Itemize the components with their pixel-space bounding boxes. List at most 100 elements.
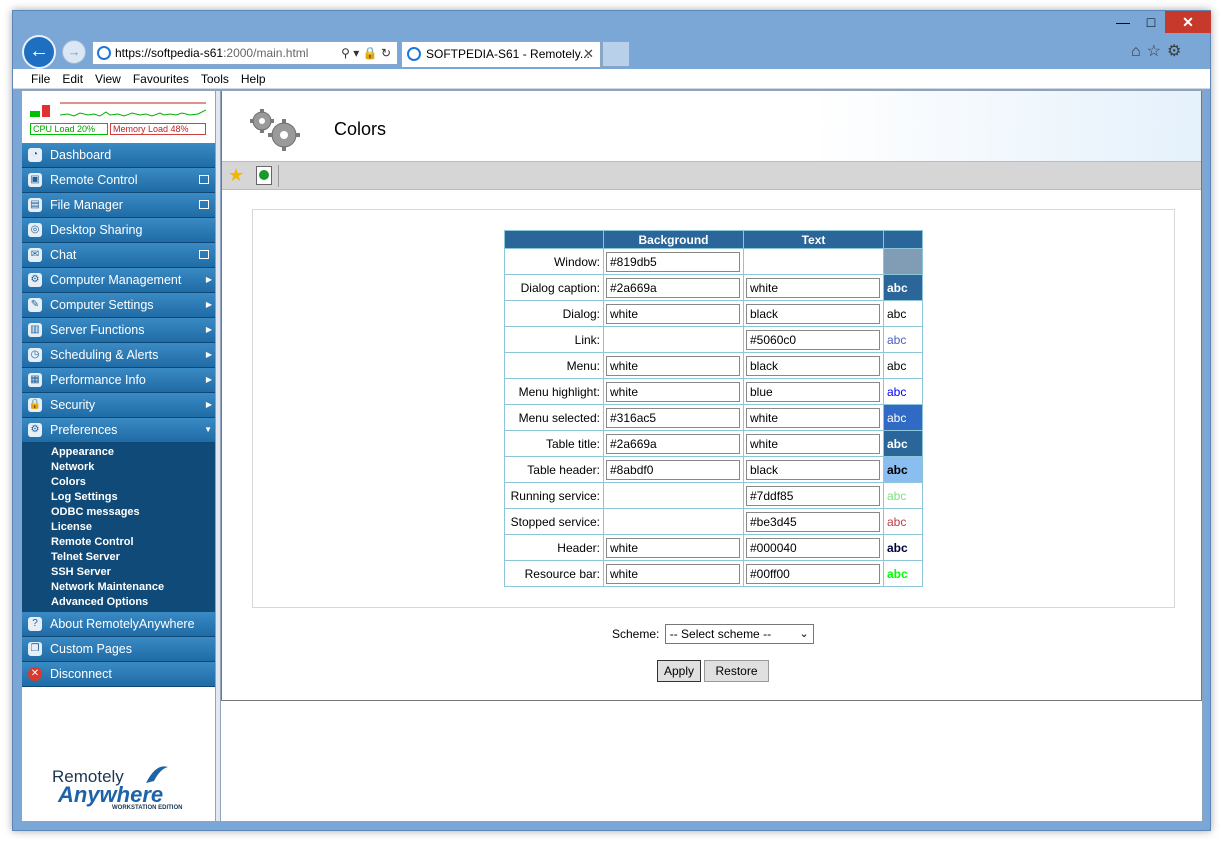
text-color-input[interactable] <box>746 329 880 350</box>
sidebar-item-about-remotelyanywhere[interactable]: ? About RemotelyAnywhere <box>22 612 215 637</box>
close-window-button[interactable]: ✕ <box>1165 11 1211 33</box>
refresh-icon[interactable] <box>256 166 272 185</box>
scheme-selected-value: -- Select scheme -- <box>669 627 772 641</box>
sidebar-item-label: File Manager <box>50 198 123 212</box>
dropdown-icon[interactable]: ▾ <box>353 46 359 60</box>
sidebar-item-disconnect[interactable]: ✕ Disconnect <box>22 662 215 687</box>
row-label: Header: <box>504 534 604 561</box>
text-color-input[interactable] <box>746 381 880 402</box>
background-color-input[interactable] <box>606 251 740 272</box>
sidebar-item-label: Remote Control <box>50 173 138 187</box>
home-icon[interactable]: ⌂ <box>1131 43 1147 60</box>
text-color-input[interactable] <box>746 407 880 428</box>
submenu-item-ssh-server[interactable]: SSH Server <box>22 565 215 580</box>
sidebar-item-security[interactable]: 🔒 Security ▶ <box>22 393 215 418</box>
text-color-input[interactable] <box>746 511 880 532</box>
background-color-input[interactable] <box>606 277 740 298</box>
sidebar-item-preferences[interactable]: ⚙ Preferences ▼ <box>22 418 215 443</box>
tab-title: SOFTPEDIA-S61 - Remotely... <box>426 47 590 61</box>
background-color-input[interactable] <box>606 303 740 324</box>
popup-window-icon[interactable] <box>199 175 209 184</box>
table-row: Stopped service: abc <box>504 508 923 535</box>
submenu-item-license[interactable]: License <box>22 520 215 535</box>
address-bar[interactable]: https://softpedia-s61:2000/main.html ⚲ ▾… <box>92 41 398 65</box>
submenu-item-advanced-options[interactable]: Advanced Options <box>22 595 215 610</box>
sidebar-item-remote-control[interactable]: ▣ Remote Control <box>22 168 215 193</box>
menu-help[interactable]: Help <box>235 69 272 89</box>
address-tools[interactable]: ⚲ ▾ 🔒 ↻ <box>341 42 391 64</box>
sidebar-item-label: Custom Pages <box>50 642 132 656</box>
table-row: Table title: abc <box>504 430 923 457</box>
text-color-input[interactable] <box>746 433 880 454</box>
menu-file[interactable]: File <box>13 69 56 89</box>
menu-bar: File Edit View Favourites Tools Help <box>13 69 1210 89</box>
settings-gear-icon[interactable]: ⚙ <box>1167 43 1187 60</box>
scheme-select[interactable]: -- Select scheme -- ⌄ <box>664 624 814 644</box>
row-label: Running service: <box>504 482 604 509</box>
background-color-input[interactable] <box>606 459 740 480</box>
new-tab-button[interactable] <box>602 41 630 67</box>
sidebar-item-file-manager[interactable]: ▤ File Manager <box>22 193 215 218</box>
url-host: https://softpedia-s61 <box>115 46 224 60</box>
maximize-button[interactable]: □ <box>1137 11 1165 33</box>
preferences-submenu: Appearance Network Colors Log Settings ODBC … <box>22 443 215 612</box>
submenu-item-remote-control[interactable]: Remote Control <box>22 535 215 550</box>
submenu-item-network[interactable]: Network <box>22 460 215 475</box>
search-icon[interactable]: ⚲ <box>341 46 350 60</box>
text-color-input[interactable] <box>746 355 880 376</box>
restore-button[interactable]: Restore <box>704 660 769 682</box>
table-row: Menu highlight: abc <box>504 378 923 405</box>
add-favorite-star-icon[interactable]: ★ <box>228 166 244 184</box>
sidebar-item-chat[interactable]: ✉ Chat <box>22 243 215 268</box>
sidebar-item-server-functions[interactable]: ▥ Server Functions ▶ <box>22 318 215 343</box>
background-color-input[interactable] <box>606 355 740 376</box>
menu-favourites[interactable]: Favourites <box>127 69 195 89</box>
menu-view[interactable]: View <box>89 69 127 89</box>
minimize-button[interactable]: — <box>1109 11 1137 33</box>
tab-close-icon[interactable]: ✕ <box>583 42 594 66</box>
sidebar-item-dashboard[interactable]: ◔ Dashboard <box>22 143 215 168</box>
file-manager-icon: ▤ <box>28 198 42 212</box>
popup-window-icon[interactable] <box>199 250 209 259</box>
text-color-input[interactable] <box>746 303 880 324</box>
sidebar-item-desktop-sharing[interactable]: ◎ Desktop Sharing <box>22 218 215 243</box>
sidebar-item-computer-settings[interactable]: ✎ Computer Settings ▶ <box>22 293 215 318</box>
submenu-item-colors[interactable]: Colors <box>22 475 215 490</box>
title-bar: — □ ✕ ← → https://softpedia-s61:2000/mai… <box>13 11 1211 69</box>
text-color-input[interactable] <box>746 459 880 480</box>
background-color-input[interactable] <box>606 433 740 454</box>
forward-button[interactable]: → <box>62 40 86 64</box>
row-label: Dialog: <box>504 300 604 327</box>
submenu-item-odbc-messages[interactable]: ODBC messages <box>22 505 215 520</box>
submenu-item-appearance[interactable]: Appearance <box>22 445 215 460</box>
table-row: Table header: abc <box>504 456 923 483</box>
menu-tools[interactable]: Tools <box>195 69 235 89</box>
text-color-input[interactable] <box>746 485 880 506</box>
submenu-item-log-settings[interactable]: Log Settings <box>22 490 215 505</box>
text-color-input[interactable] <box>746 537 880 558</box>
lock-icon[interactable]: 🔒 <box>363 46 378 60</box>
background-color-input[interactable] <box>606 407 740 428</box>
text-color-input[interactable] <box>746 563 880 584</box>
sidebar-item-scheduling-alerts[interactable]: ◷ Scheduling & Alerts ▶ <box>22 343 215 368</box>
sidebar-item-performance-info[interactable]: ▦ Performance Info ▶ <box>22 368 215 393</box>
popup-window-icon[interactable] <box>199 200 209 209</box>
background-color-input[interactable] <box>606 381 740 402</box>
sidebar-item-computer-management[interactable]: ⚙ Computer Management ▶ <box>22 268 215 293</box>
security-icon: 🔒 <box>28 398 42 412</box>
favorites-star-icon[interactable]: ☆ <box>1147 43 1167 60</box>
back-button[interactable]: ← <box>22 35 56 69</box>
menu-edit[interactable]: Edit <box>56 69 89 89</box>
background-color-input[interactable] <box>606 537 740 558</box>
table-row: Resource bar: abc <box>504 560 923 587</box>
table-row: Menu: abc <box>504 352 923 379</box>
background-color-input[interactable] <box>606 563 740 584</box>
sidebar-item-custom-pages[interactable]: ❐ Custom Pages <box>22 637 215 662</box>
refresh-page-icon[interactable]: ↻ <box>381 46 391 60</box>
browser-tab[interactable]: SOFTPEDIA-S61 - Remotely... ✕ <box>401 41 601 67</box>
submenu-item-network-maintenance[interactable]: Network Maintenance <box>22 580 215 595</box>
apply-button[interactable]: Apply <box>657 660 701 682</box>
text-color-input[interactable] <box>746 277 880 298</box>
memory-load-label: Memory Load 48% <box>110 123 206 135</box>
submenu-item-telnet-server[interactable]: Telnet Server <box>22 550 215 565</box>
